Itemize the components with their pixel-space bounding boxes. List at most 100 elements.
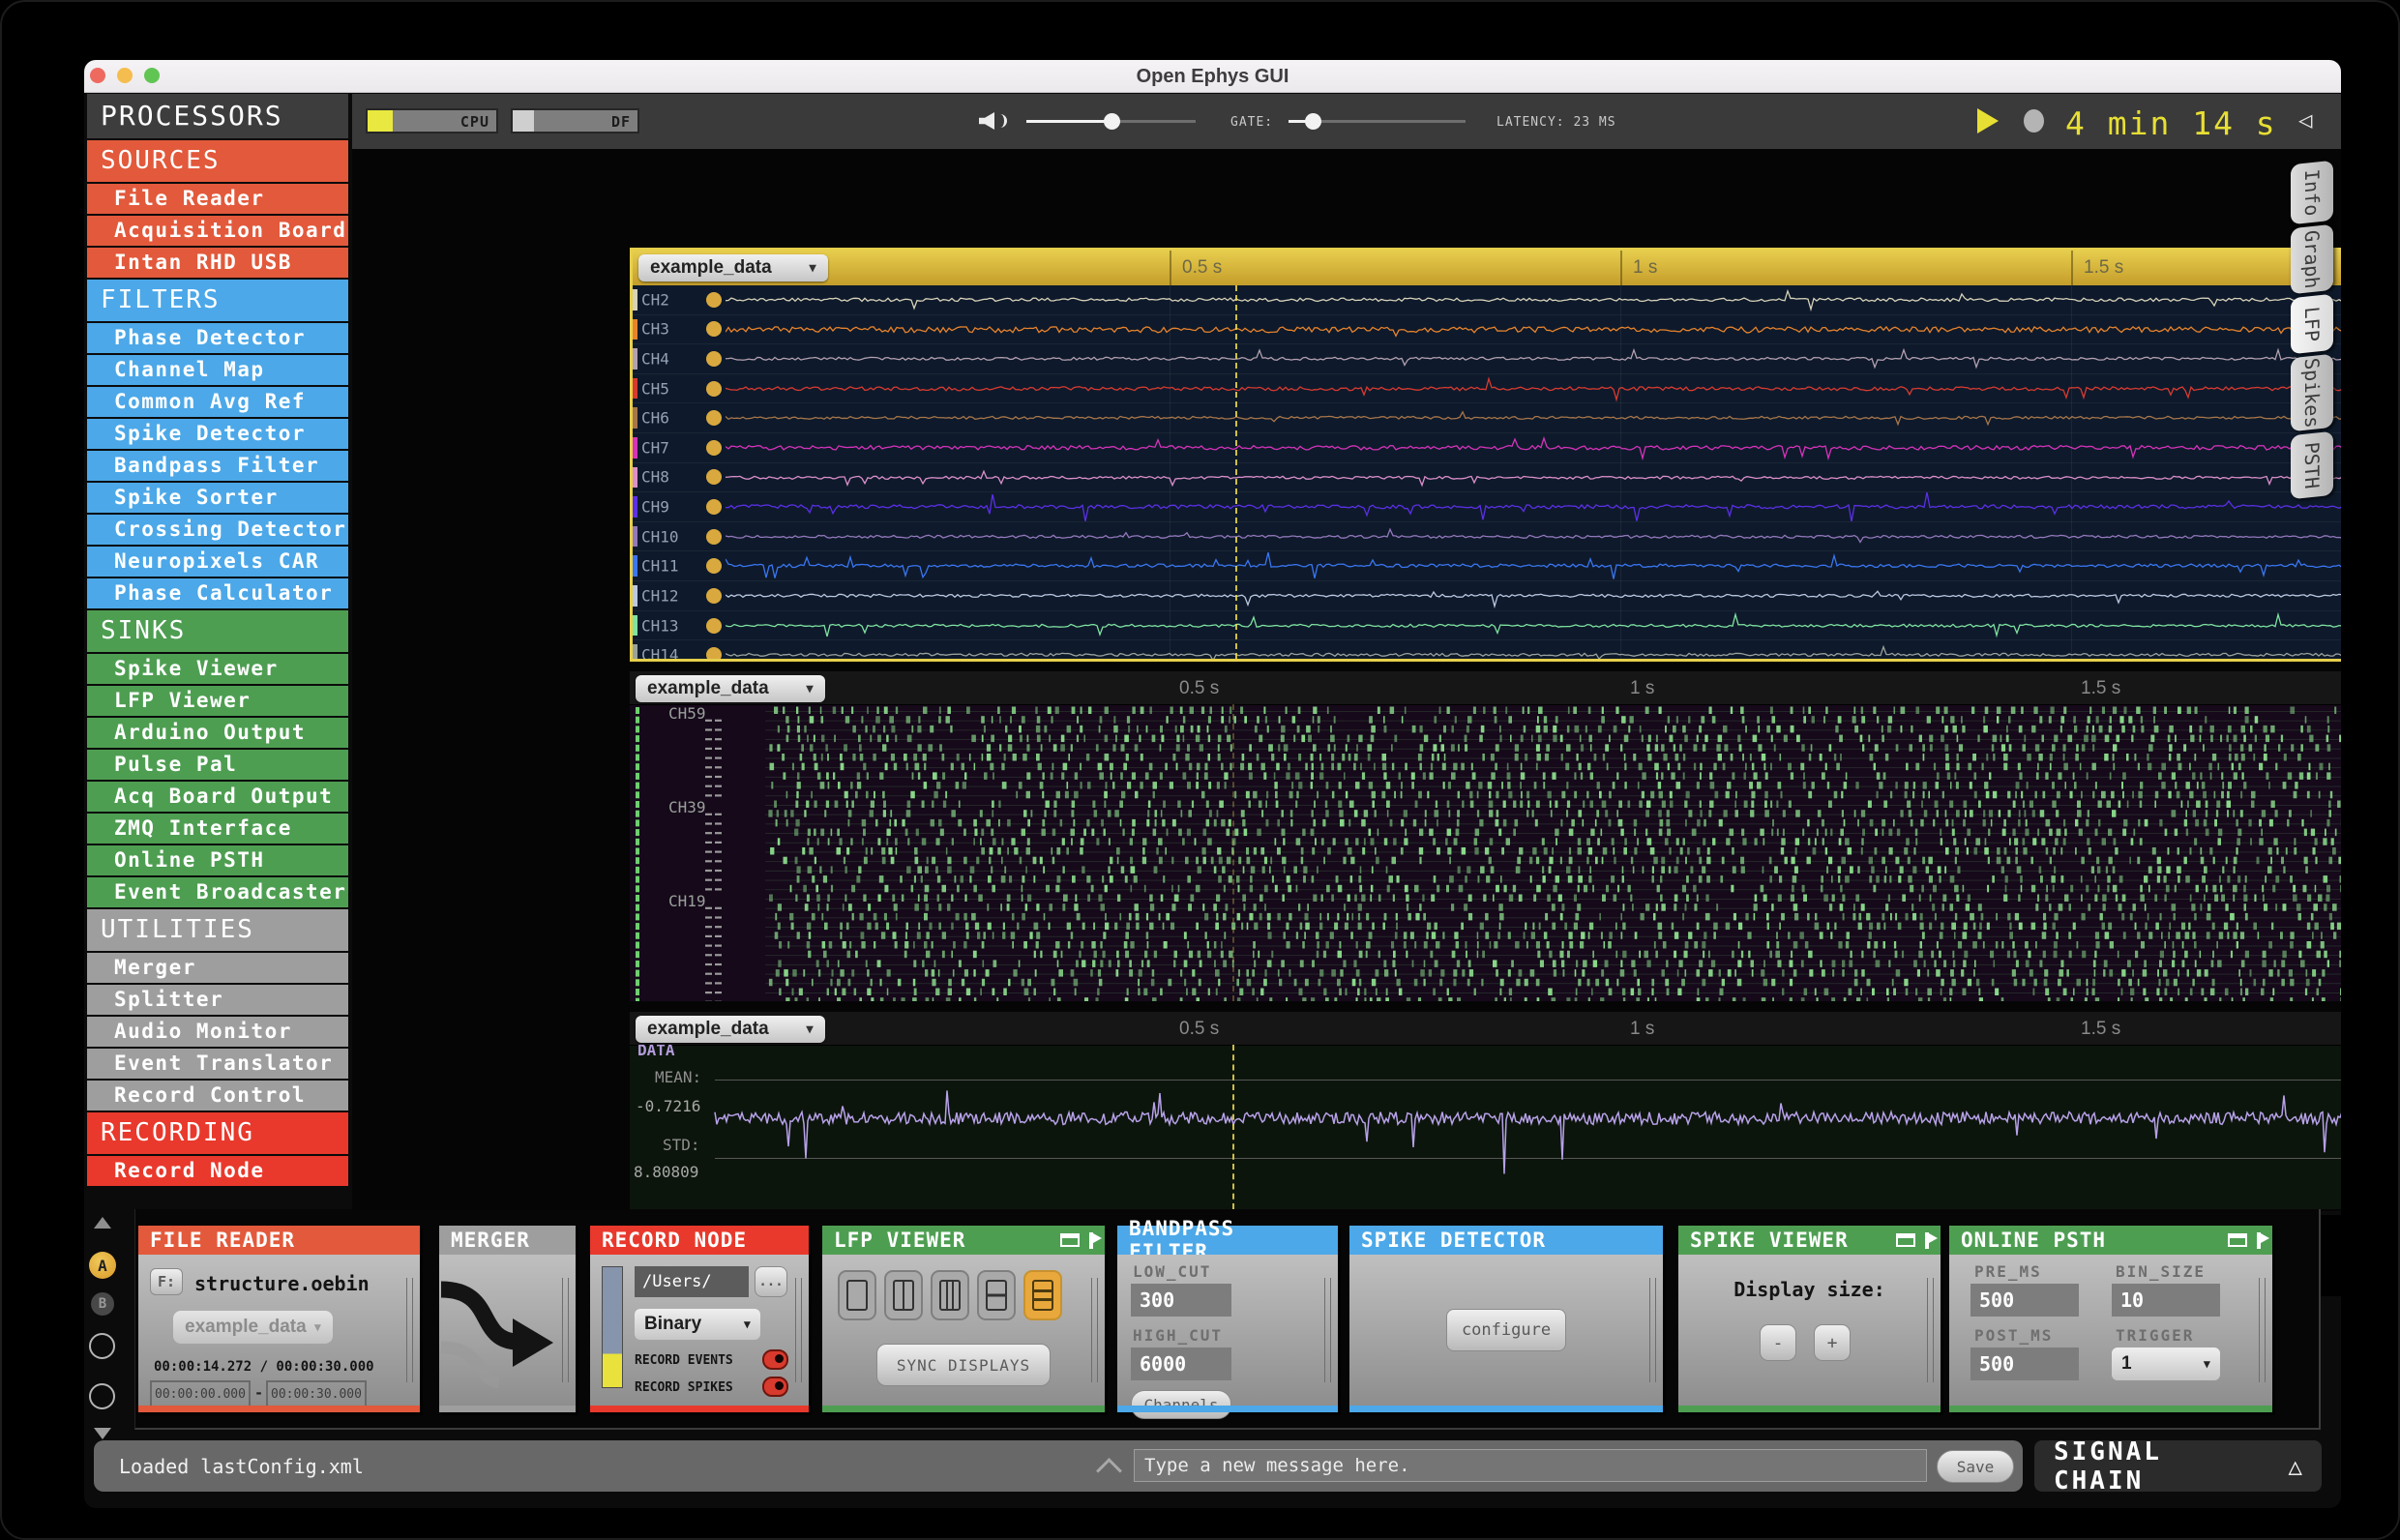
module-header[interactable]: SPIKE VIEWER xyxy=(1678,1226,1941,1255)
viewer-tab-psth[interactable]: PSTH xyxy=(2291,430,2333,500)
channels-button[interactable]: Channels xyxy=(1131,1390,1231,1419)
processor-item[interactable]: ZMQ Interface xyxy=(87,814,348,844)
channel-row[interactable]: CH14 xyxy=(633,640,2341,659)
bin-size-field[interactable]: 10 xyxy=(2112,1284,2220,1317)
low-cut-field[interactable]: 300 xyxy=(1131,1284,1231,1317)
record-icon[interactable] xyxy=(2024,109,2044,133)
pin-tab-icon[interactable] xyxy=(1925,1231,1938,1249)
module-spike-detector[interactable]: SPIKE DETECTOR configure xyxy=(1349,1226,1663,1412)
data-content[interactable]: DATA MEAN: -0.7216 STD: 8.80809 xyxy=(630,1045,2341,1209)
layout-two-row-button[interactable] xyxy=(977,1270,1016,1320)
processor-item[interactable]: Record Control xyxy=(87,1081,348,1111)
module-record-node[interactable]: RECORD NODE /Users/ ... Binary ▼ RECORD … xyxy=(590,1226,809,1412)
processor-item[interactable]: Common Avg Ref xyxy=(87,387,348,417)
module-header[interactable]: BANDPASS FILTER xyxy=(1117,1217,1338,1263)
chevron-up-icon[interactable] xyxy=(1096,1458,1122,1484)
module-header[interactable]: LFP VIEWER xyxy=(822,1226,1105,1255)
channel-row[interactable]: CH5 xyxy=(633,374,2341,404)
display-size-increase-button[interactable]: + xyxy=(1814,1324,1851,1361)
open-window-icon[interactable] xyxy=(1896,1233,1915,1247)
trigger-dropdown[interactable]: 1 ▼ xyxy=(2112,1348,2220,1380)
channel-row[interactable]: CH8 xyxy=(633,463,2341,493)
channel-row[interactable]: CH10 xyxy=(633,522,2341,552)
dataset-dropdown[interactable]: example_data ▼ xyxy=(636,1016,825,1043)
configure-button[interactable]: configure xyxy=(1446,1309,1566,1351)
start-time-field[interactable]: 00:00:00.000 xyxy=(150,1380,251,1407)
channel-enable-icon[interactable] xyxy=(706,647,722,659)
processor-item[interactable]: Crossing Detector xyxy=(87,515,348,545)
module-header[interactable]: ONLINE PSTH xyxy=(1949,1226,2272,1255)
channel-enable-icon[interactable] xyxy=(706,558,722,575)
message-input[interactable] xyxy=(1134,1449,1927,1482)
pin-tab-icon[interactable] xyxy=(2257,1231,2269,1249)
channel-row[interactable]: CH6 xyxy=(633,403,2341,434)
module-header[interactable]: SPIKE DETECTOR xyxy=(1349,1226,1663,1255)
processor-item[interactable]: Audio Monitor xyxy=(87,1017,348,1047)
channel-enable-icon[interactable] xyxy=(706,439,722,456)
collapse-toolbar-icon[interactable]: ◁ xyxy=(2298,108,2312,132)
channel-enable-icon[interactable] xyxy=(706,291,722,308)
module-spike-viewer[interactable]: SPIKE VIEWER Display size: - + xyxy=(1678,1226,1941,1412)
processor-item[interactable]: Pulse Pal xyxy=(87,750,348,780)
record-events-toggle[interactable] xyxy=(762,1349,788,1370)
chain-selector-empty[interactable] xyxy=(89,1333,115,1359)
channel-enable-icon[interactable] xyxy=(706,351,722,368)
module-merger[interactable]: MERGER xyxy=(439,1226,576,1412)
record-path-field[interactable]: /Users/ xyxy=(635,1266,749,1297)
channel-row[interactable]: CH12 xyxy=(633,581,2341,611)
processor-item[interactable]: Record Node xyxy=(87,1156,348,1186)
processor-item[interactable]: File Reader xyxy=(87,184,348,214)
open-window-icon[interactable] xyxy=(1060,1233,1080,1247)
module-header[interactable]: MERGER xyxy=(439,1226,576,1255)
browse-button[interactable]: ... xyxy=(755,1266,787,1297)
channel-row[interactable]: CH11 xyxy=(633,551,2341,582)
signal-chain-scroll-up-icon[interactable] xyxy=(94,1217,111,1229)
channel-enable-icon[interactable] xyxy=(706,410,722,427)
expand-triangle-icon[interactable]: △ xyxy=(2289,1453,2302,1480)
channel-row[interactable]: CH4 xyxy=(633,344,2341,374)
signal-chain-scroll-down-icon[interactable] xyxy=(94,1428,111,1439)
processor-item[interactable]: Arduino Output xyxy=(87,718,348,748)
processor-item[interactable]: Event Translator xyxy=(87,1049,348,1079)
chain-selector-empty[interactable] xyxy=(89,1383,115,1409)
layout-three-column-button[interactable] xyxy=(931,1270,969,1320)
raster-content[interactable]: CH59 CH39 CH19 xyxy=(630,704,2341,1001)
channel-row[interactable]: CH3 xyxy=(633,315,2341,345)
processor-item[interactable]: Intan RHD USB xyxy=(87,248,348,278)
module-online-psth[interactable]: ONLINE PSTH PRE_MS 500 BIN_SIZE 10 POST_… xyxy=(1949,1226,2272,1412)
channel-enable-icon[interactable] xyxy=(706,499,722,516)
viewer-tab-spikes[interactable]: Spikes xyxy=(2291,353,2333,432)
file-button[interactable]: F: xyxy=(150,1268,183,1295)
channel-enable-icon[interactable] xyxy=(706,587,722,604)
channel-row[interactable]: CH2 xyxy=(633,285,2341,315)
processor-item[interactable]: Spike Viewer xyxy=(87,654,348,684)
viewer-tab-lfp[interactable]: LFP xyxy=(2291,293,2333,355)
volume-slider-thumb[interactable] xyxy=(1104,113,1120,130)
lfp-channel-area[interactable]: CH2 CH3 CH4 CH5 CH6 CH7 CH8 CH9 CH10 CH11 CH12 CH13… xyxy=(633,285,2341,659)
channel-enable-icon[interactable] xyxy=(706,617,722,634)
dataset-dropdown[interactable]: example_data ▼ xyxy=(638,254,828,281)
processor-item[interactable]: LFP Viewer xyxy=(87,686,348,716)
viewer-tab-info[interactable]: Info xyxy=(2291,160,2333,225)
dataset-dropdown[interactable]: example_data ▼ xyxy=(173,1311,333,1344)
pre-ms-field[interactable]: 500 xyxy=(1970,1284,2079,1317)
layout-three-row-button-active[interactable] xyxy=(1023,1270,1062,1320)
processor-item[interactable]: Event Broadcaster xyxy=(87,877,348,907)
processor-item[interactable]: Online PSTH xyxy=(87,845,348,875)
high-cut-field[interactable]: 6000 xyxy=(1131,1348,1231,1380)
processor-item[interactable]: Channel Map xyxy=(87,355,348,385)
open-window-icon[interactable] xyxy=(2228,1233,2247,1247)
chain-selector-a[interactable]: A xyxy=(89,1252,116,1279)
post-ms-field[interactable]: 500 xyxy=(1970,1348,2079,1380)
processor-item[interactable]: Spike Detector xyxy=(87,419,348,449)
processor-item[interactable]: Phase Calculator xyxy=(87,578,348,608)
channel-enable-icon[interactable] xyxy=(706,469,722,486)
dataset-dropdown[interactable]: example_data ▼ xyxy=(636,675,825,702)
module-bandpass-filter[interactable]: BANDPASS FILTER LOW_CUT 300 HIGH_CUT 600… xyxy=(1117,1217,1338,1419)
module-header[interactable]: RECORD NODE xyxy=(590,1226,809,1255)
layout-two-column-button[interactable] xyxy=(884,1270,923,1320)
display-size-decrease-button[interactable]: - xyxy=(1760,1324,1796,1361)
processor-item[interactable]: Acquisition Board xyxy=(87,216,348,246)
channel-enable-icon[interactable] xyxy=(706,528,722,545)
play-icon[interactable] xyxy=(1977,108,1999,133)
